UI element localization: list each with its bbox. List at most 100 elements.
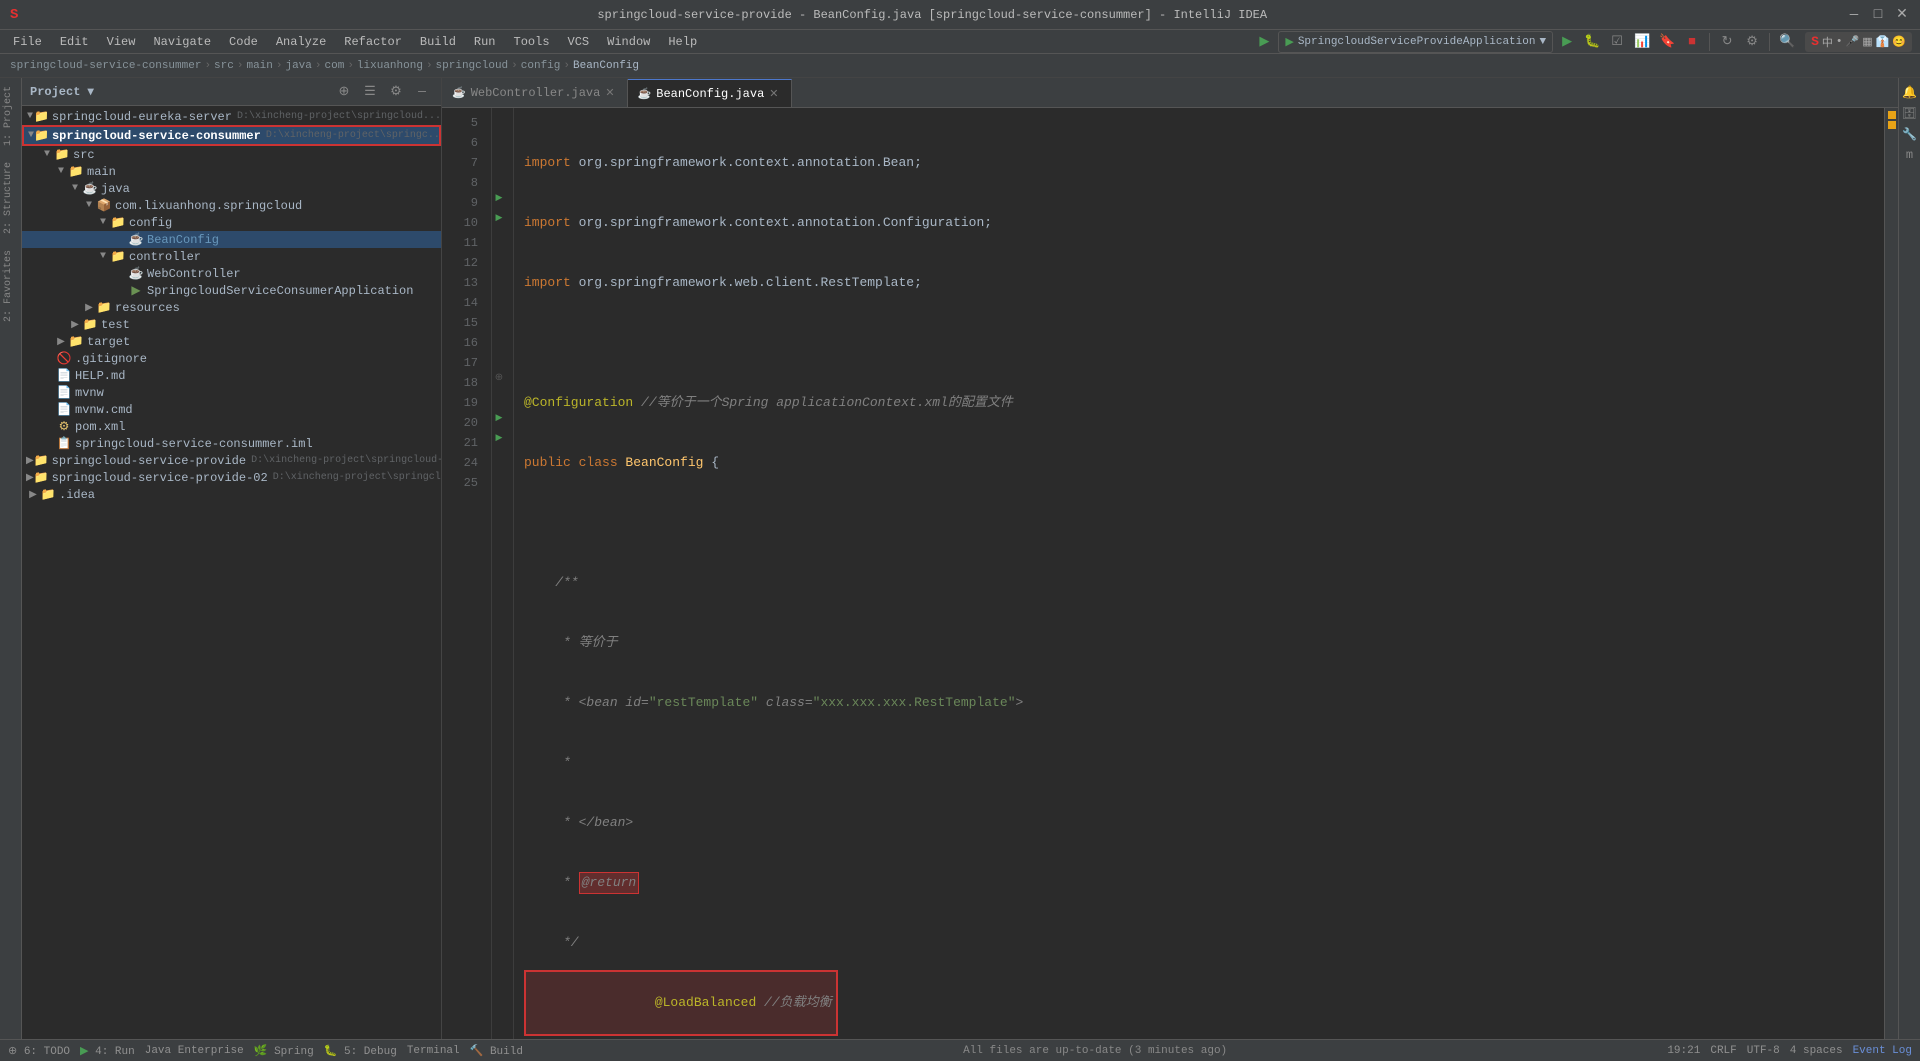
tab-project[interactable]: 1: Project xyxy=(0,78,21,154)
status-encoding[interactable]: UTF-8 xyxy=(1747,1045,1780,1057)
status-indentation[interactable]: 4 spaces xyxy=(1790,1045,1843,1057)
run-config-dropdown[interactable]: ▶ SpringcloudServiceProvideApplication ▼ xyxy=(1278,31,1553,53)
project-panel: Project ▾ ⊕ ☰ ⚙ — ▼ 📁 springcloud-eureka… xyxy=(22,78,442,1039)
project-locate-button[interactable]: ⊕ xyxy=(333,81,355,103)
menu-navigate[interactable]: Navigate xyxy=(145,33,219,51)
menu-analyze[interactable]: Analyze xyxy=(268,33,334,51)
side-icon-database[interactable]: 🗄 xyxy=(1901,104,1919,122)
run-action-button[interactable]: ▶ xyxy=(1556,31,1578,53)
project-minimize-button[interactable]: — xyxy=(411,81,433,103)
status-bar-left: ⊕ 6: TODO ▶ 4: Run Java Enterprise 🌿 Spr… xyxy=(8,1044,523,1058)
breadcrumb-item-6[interactable]: springcloud xyxy=(436,60,509,72)
tree-item-provide[interactable]: ▶ 📁 springcloud-service-provide D:\xinch… xyxy=(22,452,441,469)
code-line-9: @Configuration //等价于一个Spring application… xyxy=(524,393,1874,413)
tree-item-iml[interactable]: 📋 springcloud-service-consummer.iml xyxy=(22,435,441,452)
breadcrumb-item-4[interactable]: com xyxy=(325,60,345,72)
code-editor: ☕ WebController.java ✕ ☕ BeanConfig.java… xyxy=(442,78,1898,1039)
close-button[interactable]: ✕ xyxy=(1894,7,1910,23)
status-todo[interactable]: ⊕ 6: TODO xyxy=(8,1044,70,1058)
side-icon-notifications[interactable]: 🔔 xyxy=(1901,83,1919,101)
breadcrumb-item-8[interactable]: BeanConfig xyxy=(573,60,639,72)
code-area[interactable]: import org.springframework.context.annot… xyxy=(514,108,1884,1039)
menu-tools[interactable]: Tools xyxy=(506,33,558,51)
project-collapse-button[interactable]: ☰ xyxy=(359,81,381,103)
tree-item-consummer[interactable]: ▼ 📁 springcloud-service-consummer D:\xin… xyxy=(22,125,441,146)
tree-item-main[interactable]: ▼ 📁 main xyxy=(22,163,441,180)
profile-button[interactable]: 📊 xyxy=(1631,31,1653,53)
tab-webcontroller[interactable]: ☕ WebController.java ✕ xyxy=(442,79,628,107)
breadcrumb-item-5[interactable]: lixuanhong xyxy=(357,60,423,72)
tree-item-consumer-app[interactable]: ▶ SpringcloudServiceConsumerApplication xyxy=(22,282,441,299)
menu-refactor[interactable]: Refactor xyxy=(336,33,410,51)
status-java-enterprise[interactable]: Java Enterprise xyxy=(145,1045,244,1057)
stop-button[interactable]: ■ xyxy=(1681,31,1703,53)
side-icon-maven[interactable]: m xyxy=(1901,146,1919,164)
tree-item-provide-02[interactable]: ▶ 📁 springcloud-service-provide-02 D:\xi… xyxy=(22,469,441,486)
tree-item-beanconfig[interactable]: ☕ BeanConfig xyxy=(22,231,441,248)
update-button[interactable]: ↻ xyxy=(1716,31,1738,53)
menu-help[interactable]: Help xyxy=(660,33,705,51)
tab-webcontroller-close[interactable]: ✕ xyxy=(605,86,614,100)
bookmarks-button[interactable]: 🔖 xyxy=(1656,31,1678,53)
tree-item-package[interactable]: ▼ 📦 com.lixuanhong.springcloud xyxy=(22,197,441,214)
tree-item-eureka-server[interactable]: ▼ 📁 springcloud-eureka-server D:\xinchen… xyxy=(22,108,441,125)
search-everywhere-button[interactable]: 🔍 xyxy=(1776,31,1798,53)
menu-run[interactable]: Run xyxy=(466,33,504,51)
tree-item-config[interactable]: ▼ 📁 config xyxy=(22,214,441,231)
tab-favorites[interactable]: 2: Favorites xyxy=(0,242,21,330)
menu-code[interactable]: Code xyxy=(221,33,266,51)
menu-edit[interactable]: Edit xyxy=(52,33,97,51)
status-line-ending[interactable]: CRLF xyxy=(1710,1045,1736,1057)
breadcrumb-item-7[interactable]: config xyxy=(521,60,561,72)
title-text: springcloud-service-provide - BeanConfig… xyxy=(18,8,1846,22)
menu-window[interactable]: Window xyxy=(599,33,658,51)
tree-item-resources[interactable]: ▶ 📁 resources xyxy=(22,299,441,316)
maximize-button[interactable]: □ xyxy=(1870,7,1886,23)
tree-item-test[interactable]: ▶ 📁 test xyxy=(22,316,441,333)
status-run[interactable]: ▶ 4: Run xyxy=(80,1044,135,1058)
tree-item-mvnw-cmd[interactable]: 📄 mvnw.cmd xyxy=(22,401,441,418)
project-panel-header: Project ▾ ⊕ ☰ ⚙ — xyxy=(22,78,441,106)
menu-vcs[interactable]: VCS xyxy=(560,33,598,51)
menu-file[interactable]: File xyxy=(5,33,50,51)
tree-item-src[interactable]: ▼ 📁 src xyxy=(22,146,441,163)
tree-item-pom[interactable]: ⚙ pom.xml xyxy=(22,418,441,435)
status-debug[interactable]: 🐛 5: Debug xyxy=(324,1044,397,1058)
tree-item-gitignore[interactable]: 🚫 .gitignore xyxy=(22,350,441,367)
code-line-8 xyxy=(524,333,1874,353)
run-button[interactable]: ▶ xyxy=(1253,31,1275,53)
tab-structure[interactable]: 2: Structure xyxy=(0,154,21,242)
dropdown-arrow: ▼ xyxy=(1539,36,1546,48)
debug-button[interactable]: 🐛 xyxy=(1581,31,1603,53)
breadcrumb-item-1[interactable]: src xyxy=(214,60,234,72)
tree-item-help[interactable]: 📄 HELP.md xyxy=(22,367,441,384)
status-spring[interactable]: 🌿 Spring xyxy=(254,1044,314,1058)
breadcrumb-item-2[interactable]: main xyxy=(246,60,272,72)
tab-beanconfig[interactable]: ☕ BeanConfig.java ✕ xyxy=(628,79,792,107)
coverage-button[interactable]: ☑ xyxy=(1606,31,1628,53)
tab-beanconfig-close[interactable]: ✕ xyxy=(769,87,778,101)
status-position[interactable]: 19:21 xyxy=(1667,1045,1700,1057)
tree-item-controller[interactable]: ▼ 📁 controller xyxy=(22,248,441,265)
tree-item-java[interactable]: ▼ ☕ java xyxy=(22,180,441,197)
title-bar-left: S xyxy=(10,7,18,23)
code-line-5: import org.springframework.context.annot… xyxy=(524,153,1874,173)
menu-view[interactable]: View xyxy=(99,33,144,51)
project-settings-button[interactable]: ⚙ xyxy=(385,81,407,103)
status-build[interactable]: 🔨 Build xyxy=(470,1044,523,1058)
settings-toolbar-button[interactable]: ⚙ xyxy=(1741,31,1763,53)
status-terminal[interactable]: Terminal xyxy=(407,1045,460,1057)
tree-item-target[interactable]: ▶ 📁 target xyxy=(22,333,441,350)
status-event-log[interactable]: Event Log xyxy=(1853,1045,1912,1057)
tree-item-mvnw[interactable]: 📄 mvnw xyxy=(22,384,441,401)
tree-item-webcontroller[interactable]: ☕ WebController xyxy=(22,265,441,282)
menu-build[interactable]: Build xyxy=(412,33,464,51)
breadcrumb-item-3[interactable]: java xyxy=(285,60,311,72)
side-icon-gradle[interactable]: 🔧 xyxy=(1901,125,1919,143)
tree-item-idea[interactable]: ▶ 📁 .idea xyxy=(22,486,441,503)
breadcrumb-item-0[interactable]: springcloud-service-consummer xyxy=(10,60,201,72)
status-bar: ⊕ 6: TODO ▶ 4: Run Java Enterprise 🌿 Spr… xyxy=(0,1039,1920,1061)
code-content: 5 6 7 8 9 10 11 12 13 14 15 16 17 18 xyxy=(442,108,1898,1039)
code-line-14: * <bean id="restTemplate" class="xxx.xxx… xyxy=(524,693,1874,713)
minimize-button[interactable]: — xyxy=(1846,7,1862,23)
